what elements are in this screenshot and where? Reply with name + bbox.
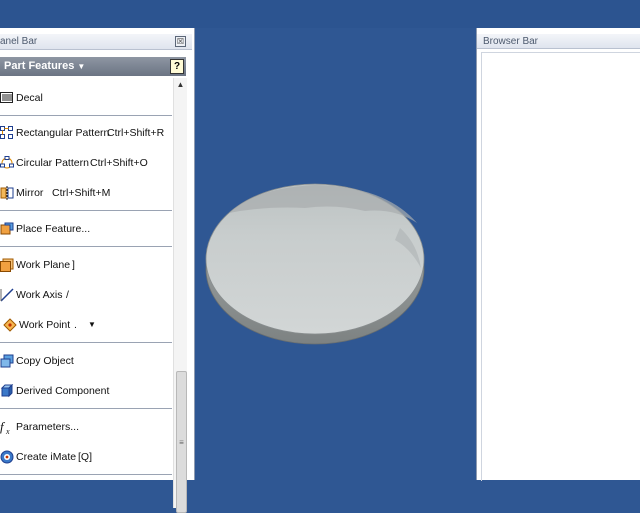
graphics-viewport[interactable]	[195, 28, 476, 480]
tool-shortcut: [Q]	[78, 451, 93, 463]
tool-label: Decal	[16, 92, 43, 104]
tool-shortcut: Ctrl+Shift+M	[52, 187, 111, 199]
tool-decal[interactable]: Decal	[0, 87, 172, 109]
place-feature-icon	[0, 222, 14, 235]
tool-work-point[interactable]: Work Point . ▼	[0, 314, 172, 336]
panel-bar-scrollbar[interactable]: ▲ ≡	[173, 78, 187, 513]
copy-object-icon	[0, 354, 14, 368]
divider	[0, 342, 172, 343]
tool-label: Copy Object	[16, 355, 74, 367]
mirror-icon	[0, 186, 14, 200]
tool-label: Parameters...	[16, 421, 80, 433]
work-plane-icon	[0, 258, 14, 272]
tool-label: Create iMate	[16, 451, 77, 463]
application-top-strip	[0, 0, 640, 28]
divider	[0, 246, 172, 247]
tool-shortcut: ]	[72, 259, 75, 271]
work-point-icon	[3, 318, 17, 332]
panel-bar-title[interactable]: anel Bar ☒	[0, 34, 192, 50]
scrollbar-thumb[interactable]: ≡	[176, 371, 187, 513]
tool-work-plane[interactable]: Work Plane ]	[0, 254, 172, 276]
circular-pattern-icon	[0, 156, 14, 169]
divider	[0, 474, 172, 475]
work-axis-icon	[0, 288, 14, 302]
disc-part-model[interactable]	[195, 28, 476, 480]
tool-label: Place Feature...	[16, 223, 91, 235]
divider	[0, 115, 172, 116]
svg-text:x: x	[5, 427, 10, 434]
browser-bar: Browser Bar	[476, 28, 640, 481]
decal-icon	[0, 92, 13, 103]
help-icon[interactable]: ?	[170, 59, 184, 74]
work-point-dropdown-icon[interactable]: ▼	[88, 314, 96, 336]
tool-place-feature[interactable]: Place Feature...	[0, 218, 172, 240]
parameters-icon: f x	[0, 420, 10, 434]
tool-shortcut: .	[74, 319, 77, 331]
panel-bar: anel Bar ☒ Part Features ▼ ? Decal Recta…	[0, 28, 195, 513]
tool-mirror[interactable]: Mirror Ctrl+Shift+M	[0, 182, 172, 204]
tool-label: Derived Component	[16, 385, 110, 397]
browser-bar-title[interactable]: Browser Bar	[477, 34, 640, 49]
tool-shortcut: Ctrl+Shift+R	[107, 127, 165, 139]
part-features-label: Part Features	[4, 60, 75, 72]
panel-bar-close-icon[interactable]: ☒	[175, 36, 186, 47]
tool-circular-pattern[interactable]: Circular Pattern Ctrl+Shift+O	[0, 152, 172, 174]
tool-label: Circular Pattern	[16, 157, 89, 169]
part-features-dropdown[interactable]: Part Features ▼ ?	[0, 57, 186, 76]
tool-rectangular-pattern[interactable]: Rectangular Pattern Ctrl+Shift+R	[0, 122, 172, 144]
tool-work-axis[interactable]: Work Axis /	[0, 284, 172, 306]
tool-shortcut: /	[66, 289, 69, 301]
feature-tool-list: Decal Rectangular Pattern Ctrl+Shift+R C…	[0, 78, 172, 508]
tool-parameters[interactable]: f x Parameters...	[0, 416, 172, 438]
tool-derived-component[interactable]: Derived Component	[0, 380, 172, 402]
tool-create-imate[interactable]: Create iMate [Q]	[0, 446, 172, 468]
divider	[0, 210, 172, 211]
rectangular-pattern-icon	[0, 126, 13, 139]
tool-shortcut: Ctrl+Shift+O	[90, 157, 148, 169]
tool-label: Work Plane	[16, 259, 71, 271]
browser-tree[interactable]	[481, 52, 640, 481]
tool-copy-object[interactable]: Copy Object	[0, 350, 172, 372]
scroll-up-arrow-icon[interactable]: ▲	[174, 78, 187, 92]
tool-label: Mirror	[16, 187, 44, 199]
derived-component-icon	[0, 384, 14, 398]
chevron-down-icon: ▼	[77, 62, 86, 71]
tool-label: Work Axis	[16, 289, 63, 301]
create-imate-icon	[0, 450, 14, 464]
tool-label: Rectangular Pattern	[16, 127, 110, 139]
divider	[0, 408, 172, 409]
tool-label: Work Point	[19, 319, 71, 331]
grip-icon: ≡	[179, 438, 184, 447]
panel-bar-title-text: anel Bar	[0, 36, 38, 47]
